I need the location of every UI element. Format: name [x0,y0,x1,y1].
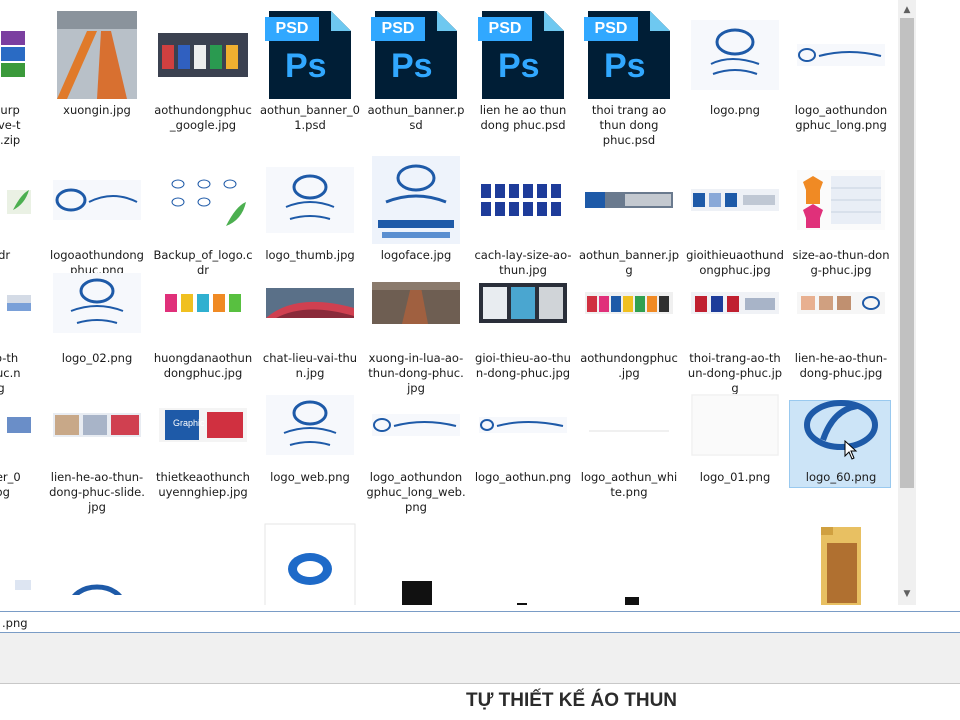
logo-thumbnail [0,520,52,605]
cdr-file-icon [152,155,254,245]
photo-thumbnail [684,155,786,245]
logo-thumbnail [46,258,148,348]
logo-thumbnail [365,520,467,605]
logo-thumbnail [365,155,467,245]
logo-thumbnail [259,380,361,470]
cdr-file-icon [0,155,52,245]
file-name: lien-he-ao-thun-dong-phuc.jpg [794,351,888,380]
scroll-up-icon[interactable]: ▲ [898,2,916,18]
file-name: logo_60.png [805,470,877,484]
scroll-down-icon[interactable]: ▼ [898,586,916,602]
logo-thumbnail [684,380,786,470]
photo-thumbnail [790,155,892,245]
photo-thumbnail [259,258,361,348]
mouse-cursor-icon [844,440,858,460]
scrollbar-thumb[interactable] [900,18,914,488]
file-name: ltipurpnsive-t0.8.zip [0,103,21,147]
file-name: thietkeaothunch uyennghiep.jpg [156,470,250,499]
file-name: logo_01.png [699,470,771,484]
file-name: lien he ao thun dong phuc.psd [479,103,567,132]
photo-thumbnail [578,258,680,348]
psd-file-icon: PSD Ps [365,10,467,100]
logo-thumbnail [259,155,361,245]
logo-thumbnail [578,520,680,605]
file-name: logo_aothundon gphuc_long_web. png [366,470,466,514]
photo-thumbnail [684,258,786,348]
file-name: lien-he-ao-thun-dong-phuc-slide. jpg [49,470,145,514]
file-name: aothun_banner_0 1.psd [259,103,360,132]
svg-text:Graphic: Graphic [173,418,205,428]
file-name: xuongin.jpg [63,103,131,117]
file-grid: ltipurpnsive-t0.8.zip xuongin.jpg aothun… [0,0,898,605]
banner-title: TỰ THIẾT KẾ ÁO THUN [466,690,678,711]
photo-thumbnail [790,258,892,348]
file-name: nner_0jpg [0,470,21,499]
logo-thumbnail [790,10,892,100]
file-name: logo_02.png [61,351,133,365]
file-name: logo_aothun.png [474,470,572,484]
logo-thumbnail [578,380,680,470]
file-name: aothundongphuc .jpg [580,351,678,380]
zip-archive-icon [0,10,52,100]
file-name: logo_web.png [270,470,350,484]
logo-thumbnail [152,520,254,605]
photo-thumbnail [152,10,254,100]
file-name: chat-lieu-vai-thu n.jpg [262,351,358,380]
file-name: logo.png [710,103,760,117]
logo-thumbnail [790,380,892,470]
file-name: huongdanaothun dongphuc.jpg [153,351,253,380]
file-name-input[interactable]: .png [0,611,960,633]
photo-thumbnail [152,258,254,348]
photo-thumbnail [472,258,574,348]
logo-thumbnail [259,520,361,605]
file-name: logo_aothun_whi te.png [580,470,678,499]
photo-thumbnail [578,155,680,245]
logo-thumbnail [472,380,574,470]
file-name: aothundongphuc _google.jpg [154,103,252,132]
file-name: logo_aothundon gphuc_long.png [794,103,888,132]
folder-icon [790,520,892,605]
photo-thumbnail [472,155,574,245]
logo-thumbnail [46,155,148,245]
file-name: thoi trang ao thun dong phuc.psd [591,103,667,147]
logo-thumbnail [684,10,786,100]
psd-file-icon: PSD Ps [472,10,574,100]
logo-thumbnail [46,520,148,605]
file-name: gioi-thieu-ao-thu n-dong-phuc.jpg [475,351,571,380]
psd-file-icon: PSD Ps [259,10,361,100]
photo-thumbnail [0,258,52,348]
file-name: aothun_banner.p sd [367,103,465,132]
photo-thumbnail [46,10,148,100]
photo-thumbnail [0,380,52,470]
logo-thumbnail [365,380,467,470]
photo-thumbnail [46,380,148,470]
logo-thumbnail [472,520,574,605]
photo-thumbnail: Graphic [152,380,254,470]
preview-pane [916,0,960,605]
vertical-scrollbar[interactable]: ▲ ▼ [898,0,916,605]
dialog-footer [0,633,960,684]
photo-thumbnail [365,258,467,348]
psd-file-icon: PSD Ps [578,10,680,100]
